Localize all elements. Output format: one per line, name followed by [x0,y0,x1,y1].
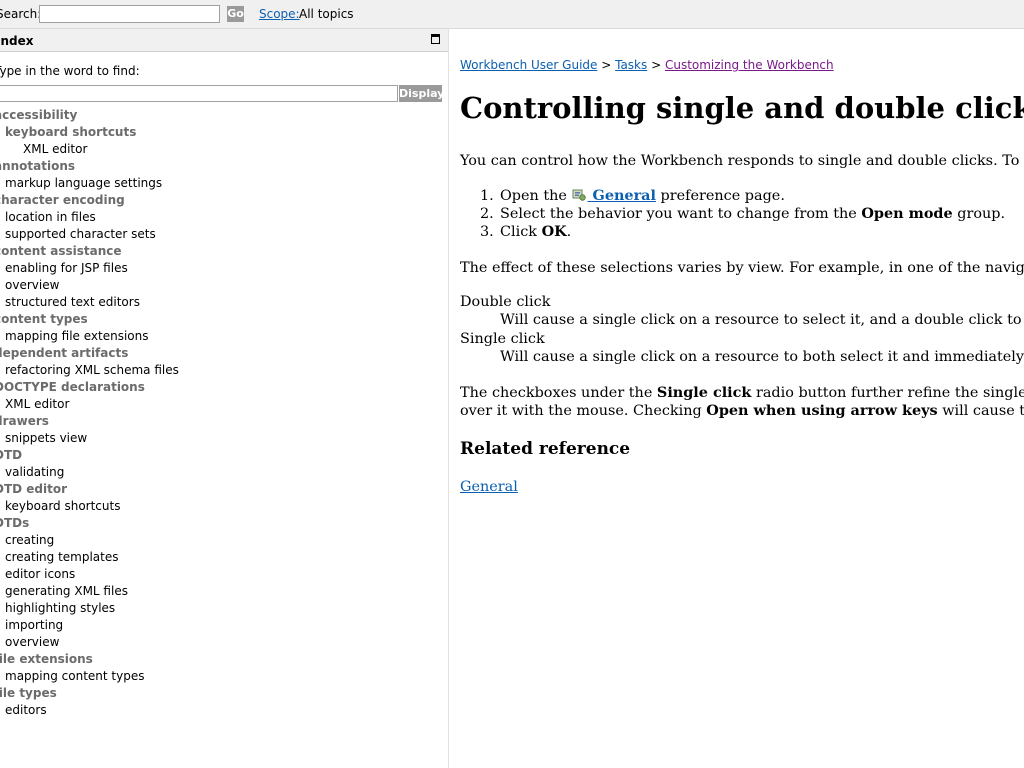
double-click-term: Double click [460,294,551,310]
step-number: 2. [480,206,494,222]
step-item: 2. Select the behavior you want to change… [480,205,1005,223]
effect-paragraph: The effect of these selections varies by… [460,260,1024,276]
step-text: Click [500,224,542,240]
step-text: Open the [500,188,572,204]
index-entry[interactable]: structured text editors [0,294,448,311]
index-entry[interactable]: mapping file extensions [0,328,448,345]
index-list: accessibility keyboard shortcuts XML edito… [0,107,448,719]
single-click-bold: Single click [656,384,752,401]
index-header: Index [0,29,448,52]
breadcrumb: Workbench User Guide > Tasks > Customizi… [460,58,834,72]
ok-label: OK [541,223,567,240]
step-item: 3. Click OK. [480,223,1005,241]
index-entry[interactable]: XML editor [0,141,448,158]
double-click-definition: Will cause a single click on a resource … [500,312,1024,328]
breadcrumb-customizing-workbench[interactable]: Customizing the Workbench [665,58,834,72]
steps-list: 1. Open the General preference page. 2. Se… [480,187,1005,241]
find-label: Type in the word to find: [0,64,140,78]
general-preference-link[interactable]: General [588,187,656,204]
step-text: Select the behavior you want to change f… [500,206,862,222]
index-entry-heading[interactable]: annotations [0,158,448,175]
index-entry[interactable]: generating XML files [0,583,448,600]
step-text: . [566,224,572,240]
index-entry-heading[interactable]: character encoding [0,192,448,209]
search-label: Search: [0,7,42,21]
index-entry[interactable]: overview [0,634,448,651]
index-entry[interactable]: location in files [0,209,448,226]
text-fragment: will cause the resource to open [942,403,1024,419]
index-entry-heading[interactable]: DTDs [0,515,448,532]
index-entry[interactable]: supported character sets [0,226,448,243]
index-entry-heading[interactable]: accessibility [0,107,448,124]
index-entry-heading[interactable]: DOCTYPE declarations [0,379,448,396]
index-entry-heading[interactable]: drawers [0,413,448,430]
index-entry[interactable]: importing [0,617,448,634]
step-text: preference page. [655,188,785,204]
step-number: 3. [480,224,494,240]
checkbox-paragraph-line1: The checkboxes under the Single click ra… [460,384,1024,401]
breadcrumb-workbench-user-guide[interactable]: Workbench User Guide [460,58,597,72]
index-entry[interactable]: overview [0,277,448,294]
index-entry[interactable]: XML editor [0,396,448,413]
page-title: Controlling single and double click beha… [460,91,1024,125]
index-entry-heading[interactable]: content assistance [0,243,448,260]
index-entry[interactable]: highlighting styles [0,600,448,617]
index-entry-heading[interactable]: DTD [0,447,448,464]
step-number: 1. [480,188,494,204]
index-entry-heading[interactable]: content types [0,311,448,328]
index-entry[interactable]: editors [0,702,448,719]
breadcrumb-tasks[interactable]: Tasks [615,58,647,72]
display-button[interactable]: Display [399,85,444,102]
preferences-icon [572,188,586,201]
intro-paragraph: You can control how the Workbench respon… [460,153,1024,169]
step-text: group. [952,206,1006,222]
scope-value: All topics [299,7,354,21]
index-entry[interactable]: markup language settings [0,175,448,192]
arrow-keys-bold: Open when using arrow keys [706,402,938,419]
index-entry[interactable]: mapping content types [0,668,448,685]
related-reference-heading: Related reference [460,439,631,459]
breadcrumb-separator: > [647,58,665,72]
index-entry-heading[interactable]: dependent artifacts [0,345,448,362]
related-general-link[interactable]: General [460,479,518,495]
search-toolbar: Search: Go Scope: All topics [0,0,1024,29]
search-input[interactable] [39,5,220,23]
maximize-icon[interactable] [431,34,440,44]
single-click-term: Single click [460,331,545,347]
index-entry-heading[interactable]: DTD editor [0,481,448,498]
index-entry[interactable]: snippets view [0,430,448,447]
checkbox-paragraph-line2: over it with the mouse. Checking Open wh… [460,402,1024,419]
breadcrumb-separator: > [597,58,616,72]
index-entry[interactable]: validating [0,464,448,481]
index-entry[interactable]: keyboard shortcuts [0,498,448,515]
index-entry-heading[interactable]: file types [0,685,448,702]
index-entry[interactable]: enabling for JSP files [0,260,448,277]
text-fragment: over it with the mouse. Checking [460,403,707,419]
help-content: Workbench User Guide > Tasks > Customizi… [450,29,1024,768]
open-mode-label: Open mode [861,205,953,222]
index-pane: Index Type in the word to find: Display … [0,29,449,768]
index-entry-heading[interactable]: file extensions [0,651,448,668]
index-entry[interactable]: creating templates [0,549,448,566]
text-fragment: The checkboxes under the [460,385,657,401]
text-fragment: radio button further refine the single c… [755,385,1024,401]
index-entry[interactable]: editor icons [0,566,448,583]
step-item: 1. Open the General preference page. [480,187,1005,205]
scope-link[interactable]: Scope: [259,7,300,21]
index-entry[interactable]: creating [0,532,448,549]
index-entry[interactable]: refactoring XML schema files [0,362,448,379]
index-find-input[interactable] [0,85,398,102]
index-entry[interactable]: keyboard shortcuts [0,124,448,141]
index-title: Index [0,34,34,48]
single-click-definition: Will cause a single click on a resource … [500,349,1024,365]
go-button[interactable]: Go [227,6,244,22]
